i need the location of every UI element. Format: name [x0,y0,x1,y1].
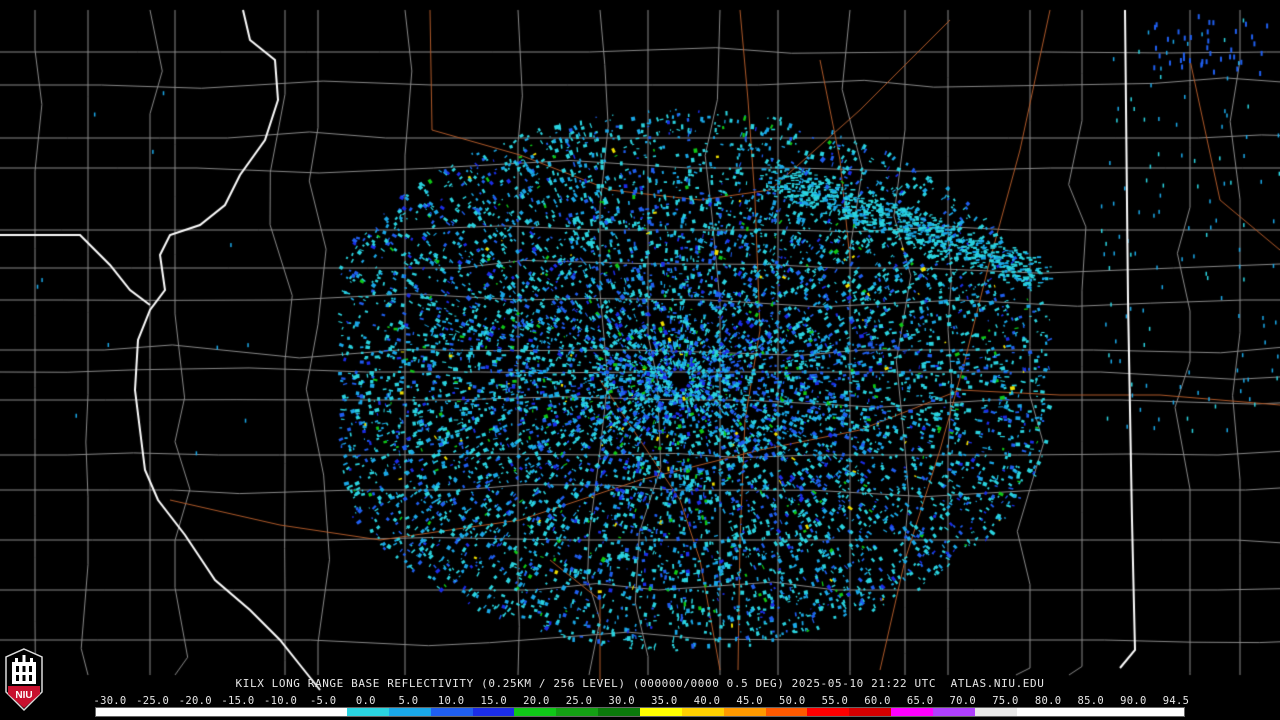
colorbar-tick-label: 50.0 [778,695,806,707]
colorbar-segment [932,708,975,716]
colorbar-segment [598,708,640,716]
reflectivity-colorbar [95,707,1185,717]
colorbar-tick-label: -25.0 [136,695,170,707]
colorbar-segment [263,708,306,716]
colorbar-tick-label: -30.0 [93,695,127,707]
radar-map[interactable] [0,0,1280,720]
colorbar-segment [974,708,1017,716]
colorbar-tick-label: 35.0 [651,695,678,707]
colorbar-tick-label: 75.0 [992,695,1019,707]
colorbar-segment [1142,708,1184,716]
colorbar-tick-label: 30.0 [608,695,635,707]
colorbar-segment [430,708,473,716]
colorbar-tick-label: 15.0 [480,695,507,707]
colorbar-tick-label: 65.0 [906,695,934,707]
colorbar-tick-label: 80.0 [1034,695,1062,707]
colorbar-tick-label: 94.5 [1162,695,1190,707]
colorbar-segment [221,708,264,716]
colorbar-tick-label: -5.0 [309,695,337,707]
colorbar-tick-label: 25.0 [565,695,593,707]
colorbar-segment [1016,708,1059,716]
colorbar-tick-label: 0.0 [355,695,376,707]
colorbar-tick-label: 85.0 [1077,695,1104,707]
colorbar-segment [1100,708,1143,716]
colorbar-segment [388,708,431,716]
colorbar-tick-label: -20.0 [178,695,212,707]
colorbar-tick-label: 90.0 [1120,695,1147,707]
colorbar-segment [179,708,222,716]
colorbar-segment [849,708,892,716]
colorbar-segment [556,708,599,716]
colorbar-segment [514,708,557,716]
colorbar-segment [765,708,808,716]
colorbar-tick-label: 45.0 [736,695,763,707]
colorbar-segment [137,708,180,716]
colorbar-segment [1058,708,1101,716]
colorbar-tick-label: 20.0 [523,695,550,707]
colorbar-tick-label: 5.0 [398,695,419,707]
colorbar-labels: -30.0 -25.0 -20.0 -15.0 -10.0 -5.0 0.0 5.0 10.0 1… [0,695,1280,707]
colorbar-segment [723,708,766,716]
colorbar-segment [305,708,348,716]
colorbar-segment [639,708,682,716]
colorbar-segment [891,708,933,716]
colorbar-tick-label: 70.0 [949,695,977,707]
colorbar-segment [472,708,515,716]
colorbar-segment [96,708,138,716]
colorbar-tick-label: -15.0 [221,695,255,707]
colorbar-segment [807,708,850,716]
colorbar-segment [681,708,724,716]
colorbar-tick-label: 60.0 [864,695,891,707]
colorbar-tick-label: 10.0 [437,695,465,707]
colorbar-tick-label: -10.0 [263,695,298,707]
colorbar-segment [347,708,389,716]
product-caption: KILX LONG RANGE BASE REFLECTIVITY (0.25K… [235,677,1045,690]
colorbar-tick-label: 40.0 [693,695,721,707]
colorbar-tick-label: 55.0 [821,695,849,707]
